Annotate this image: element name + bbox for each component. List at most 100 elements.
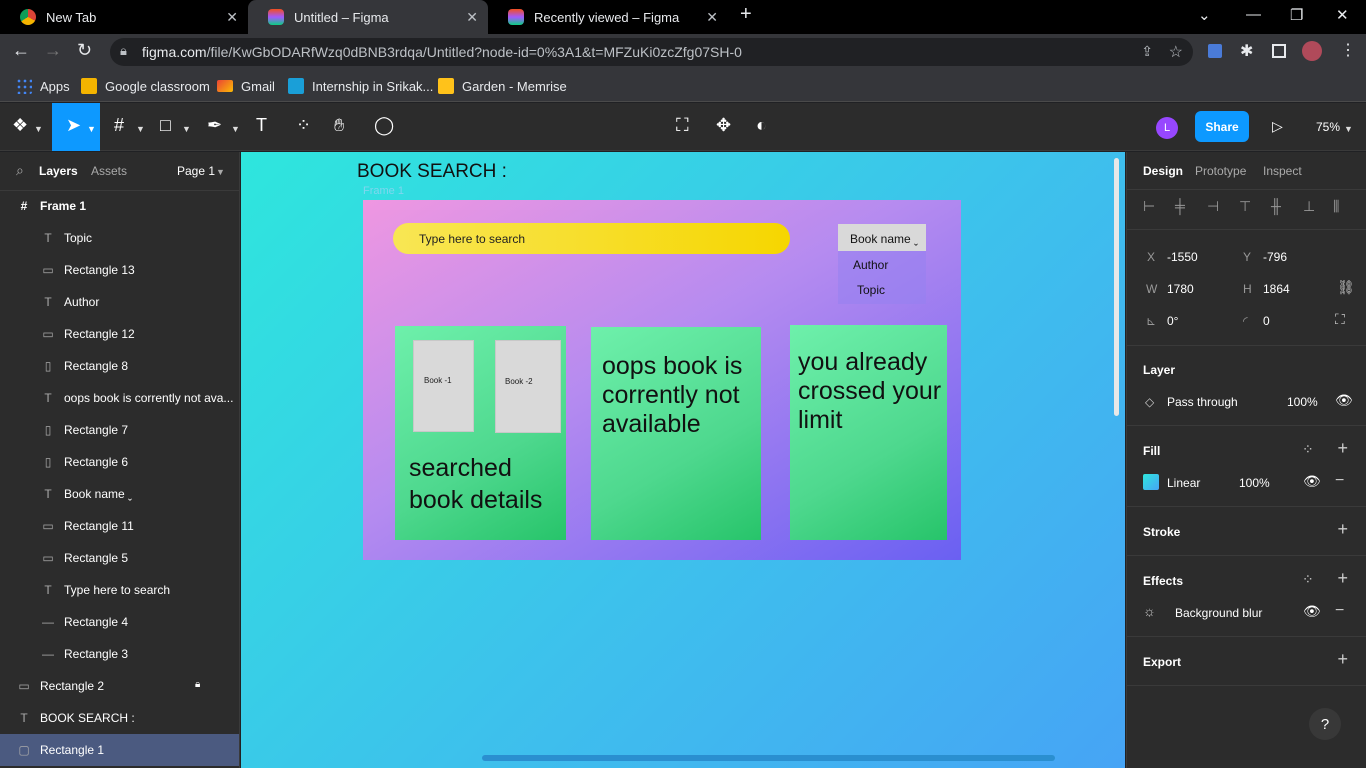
chevron-down-icon[interactable]: ▼ bbox=[34, 124, 43, 134]
layer-item[interactable]: ▭ Rectangle 5 bbox=[0, 542, 239, 574]
user-avatar[interactable]: L bbox=[1156, 117, 1178, 139]
layer-item[interactable]: ▯ Rectangle 8 bbox=[0, 350, 239, 382]
layer-item[interactable]: Toops book is corrently not ava... bbox=[0, 382, 239, 414]
contrast-icon[interactable]: ◐ bbox=[756, 115, 767, 136]
x-input[interactable]: -1550 bbox=[1167, 250, 1198, 264]
bookmark-star-icon[interactable]: ☆ bbox=[1169, 42, 1183, 62]
layer-item[interactable]: T Topic bbox=[0, 222, 239, 254]
layer-item[interactable]: ▭ Rectangle 2 bbox=[0, 670, 239, 702]
book-search-heading[interactable]: BOOK SEARCH : bbox=[357, 161, 507, 183]
align-bottom-icon[interactable]: ⊥ bbox=[1303, 198, 1315, 215]
styles-icon[interactable]: ⁘ bbox=[1302, 441, 1314, 458]
tab-untitled-figma[interactable]: Untitled – Figma ✕ bbox=[248, 0, 488, 34]
layer-item[interactable]: ▯ Rectangle 7 bbox=[0, 414, 239, 446]
dropdown-option-topic[interactable]: Topic bbox=[857, 283, 885, 297]
effect-type[interactable]: Background blur bbox=[1175, 606, 1262, 620]
add-fill-icon[interactable]: + bbox=[1337, 438, 1348, 459]
page-selector[interactable]: Page 1 bbox=[177, 164, 215, 178]
tab-design[interactable]: Design bbox=[1143, 164, 1183, 178]
layer-item[interactable]: ▢ Rectangle 1 bbox=[0, 734, 239, 766]
rotation-input[interactable]: 0° bbox=[1167, 314, 1178, 328]
add-effect-icon[interactable]: + bbox=[1337, 568, 1348, 589]
comment-tool-icon[interactable]: ◯ bbox=[374, 115, 394, 136]
move-tool-button[interactable]: ➤ ▼ bbox=[52, 103, 100, 151]
chevron-down-icon[interactable]: ▼ bbox=[182, 124, 191, 134]
side-panel-icon[interactable] bbox=[1272, 44, 1286, 58]
minimize-icon[interactable]: — bbox=[1246, 6, 1261, 23]
resources-icon[interactable]: ⁘ bbox=[296, 115, 311, 136]
eye-icon[interactable]: 👁︎ bbox=[1303, 603, 1321, 620]
layer-item[interactable]: — Rectangle 4 bbox=[0, 606, 239, 638]
dropdown-menu[interactable]: Book name ˬ Author Topic bbox=[838, 224, 926, 304]
dropdown-selected[interactable]: Book name ˬ bbox=[838, 224, 926, 251]
horizontal-scrollbar[interactable] bbox=[482, 755, 1055, 761]
chevron-down-icon[interactable]: ▼ bbox=[231, 124, 240, 134]
layer-item[interactable]: ▯ Rectangle 6 bbox=[0, 446, 239, 478]
constrain-proportions-icon[interactable]: ⛓ bbox=[1337, 279, 1355, 296]
frame-label[interactable]: Frame 1 bbox=[363, 185, 404, 197]
card-limit-crossed[interactable]: you already crossed your limit bbox=[790, 325, 947, 540]
forward-icon[interactable]: → bbox=[44, 40, 62, 61]
layer-item[interactable]: ▭ Rectangle 12 bbox=[0, 318, 239, 350]
chevron-down-icon[interactable]: ▼ bbox=[136, 124, 145, 134]
tab-assets[interactable]: Assets bbox=[91, 164, 127, 178]
vertical-scrollbar[interactable] bbox=[1114, 158, 1119, 416]
rectangle-tool-icon[interactable]: □ bbox=[160, 115, 171, 136]
text-tool-icon[interactable]: T bbox=[256, 115, 267, 136]
close-icon[interactable]: ✕ bbox=[226, 9, 238, 26]
align-middle-icon[interactable]: ╫ bbox=[1271, 198, 1281, 214]
maximize-icon[interactable]: ❐ bbox=[1290, 6, 1303, 24]
layer-item[interactable]: T BOOK SEARCH : bbox=[0, 702, 239, 734]
extension-icon[interactable] bbox=[1208, 44, 1222, 58]
layer-item[interactable]: — Rectangle 3 bbox=[0, 638, 239, 670]
remove-effect-icon[interactable]: − bbox=[1335, 602, 1344, 620]
menu-icon[interactable]: ⋮ bbox=[1340, 40, 1356, 60]
card-not-available[interactable]: oops book is corrently not available bbox=[591, 327, 761, 540]
height-input[interactable]: 1864 bbox=[1263, 282, 1290, 296]
reload-icon[interactable]: ↻ bbox=[77, 40, 92, 61]
dropdown-option-author[interactable]: Author bbox=[853, 258, 888, 272]
blend-mode-select[interactable]: Pass through bbox=[1167, 395, 1238, 409]
align-top-icon[interactable]: ⊤ bbox=[1239, 198, 1251, 215]
tab-recently-viewed[interactable]: Recently viewed – Figma ✕ bbox=[488, 0, 728, 34]
layer-item[interactable]: T Author bbox=[0, 286, 239, 318]
close-icon[interactable]: ✕ bbox=[706, 9, 718, 26]
eye-icon[interactable]: 👁︎ bbox=[1303, 473, 1321, 490]
design-canvas[interactable]: BOOK SEARCH : Frame 1 Type here to searc… bbox=[241, 152, 1125, 768]
lock-icon[interactable]: 🔒︎ bbox=[195, 679, 200, 690]
tab-search-icon[interactable]: ⌄ bbox=[1198, 6, 1211, 24]
help-button[interactable]: ? bbox=[1309, 708, 1341, 740]
eye-icon[interactable]: 👁︎ bbox=[1335, 392, 1353, 409]
frame-1[interactable]: Type here to search Book name ˬ Author T… bbox=[363, 200, 961, 560]
align-center-h-icon[interactable]: ╪ bbox=[1175, 198, 1185, 214]
search-icon[interactable]: ⌕ bbox=[16, 162, 24, 179]
pen-tool-icon[interactable]: ✒ bbox=[207, 115, 222, 136]
layer-item[interactable]: T Type here to search bbox=[0, 574, 239, 606]
frame-tool-icon[interactable]: # bbox=[114, 115, 124, 136]
book-2-placeholder[interactable]: Book -2 bbox=[495, 340, 561, 433]
layer-opacity[interactable]: 100% bbox=[1287, 395, 1318, 409]
layer-item[interactable]: T Book name ˬ bbox=[0, 478, 239, 510]
corner-radius-input[interactable]: 0 bbox=[1263, 314, 1270, 328]
styles-icon[interactable]: ⁘ bbox=[1302, 571, 1314, 588]
chevron-down-icon[interactable]: ▼ bbox=[216, 167, 225, 177]
card-searched-book[interactable]: Book -1 Book -2 searched book details bbox=[395, 326, 566, 540]
bookmark-apps[interactable]: Apps bbox=[16, 76, 70, 96]
y-input[interactable]: -796 bbox=[1263, 250, 1287, 264]
fill-type[interactable]: Linear bbox=[1167, 476, 1200, 490]
close-icon[interactable]: ✕ bbox=[466, 9, 478, 26]
puzzle-icon[interactable]: ✱ bbox=[1240, 41, 1253, 61]
hand-tool-icon[interactable]: ✋︎ bbox=[334, 115, 344, 136]
bookmark-gmail[interactable]: Gmail bbox=[217, 76, 275, 96]
share-button[interactable]: Share bbox=[1195, 111, 1249, 142]
layer-item[interactable]: ▭ Rectangle 11 bbox=[0, 510, 239, 542]
tab-new-tab[interactable]: New Tab ✕ bbox=[0, 0, 248, 34]
back-icon[interactable]: ← bbox=[12, 40, 30, 61]
chevron-down-icon[interactable]: ▼ bbox=[1344, 124, 1353, 134]
bookmark-internship[interactable]: Internship in Srikak... bbox=[288, 76, 433, 96]
book-1-placeholder[interactable]: Book -1 bbox=[413, 340, 474, 432]
fill-swatch[interactable] bbox=[1143, 474, 1159, 490]
search-bar[interactable]: Type here to search bbox=[393, 223, 790, 254]
independent-corners-icon[interactable]: ⛶ bbox=[1335, 311, 1345, 328]
layer-item[interactable]: ▭ Rectangle 13 bbox=[0, 254, 239, 286]
